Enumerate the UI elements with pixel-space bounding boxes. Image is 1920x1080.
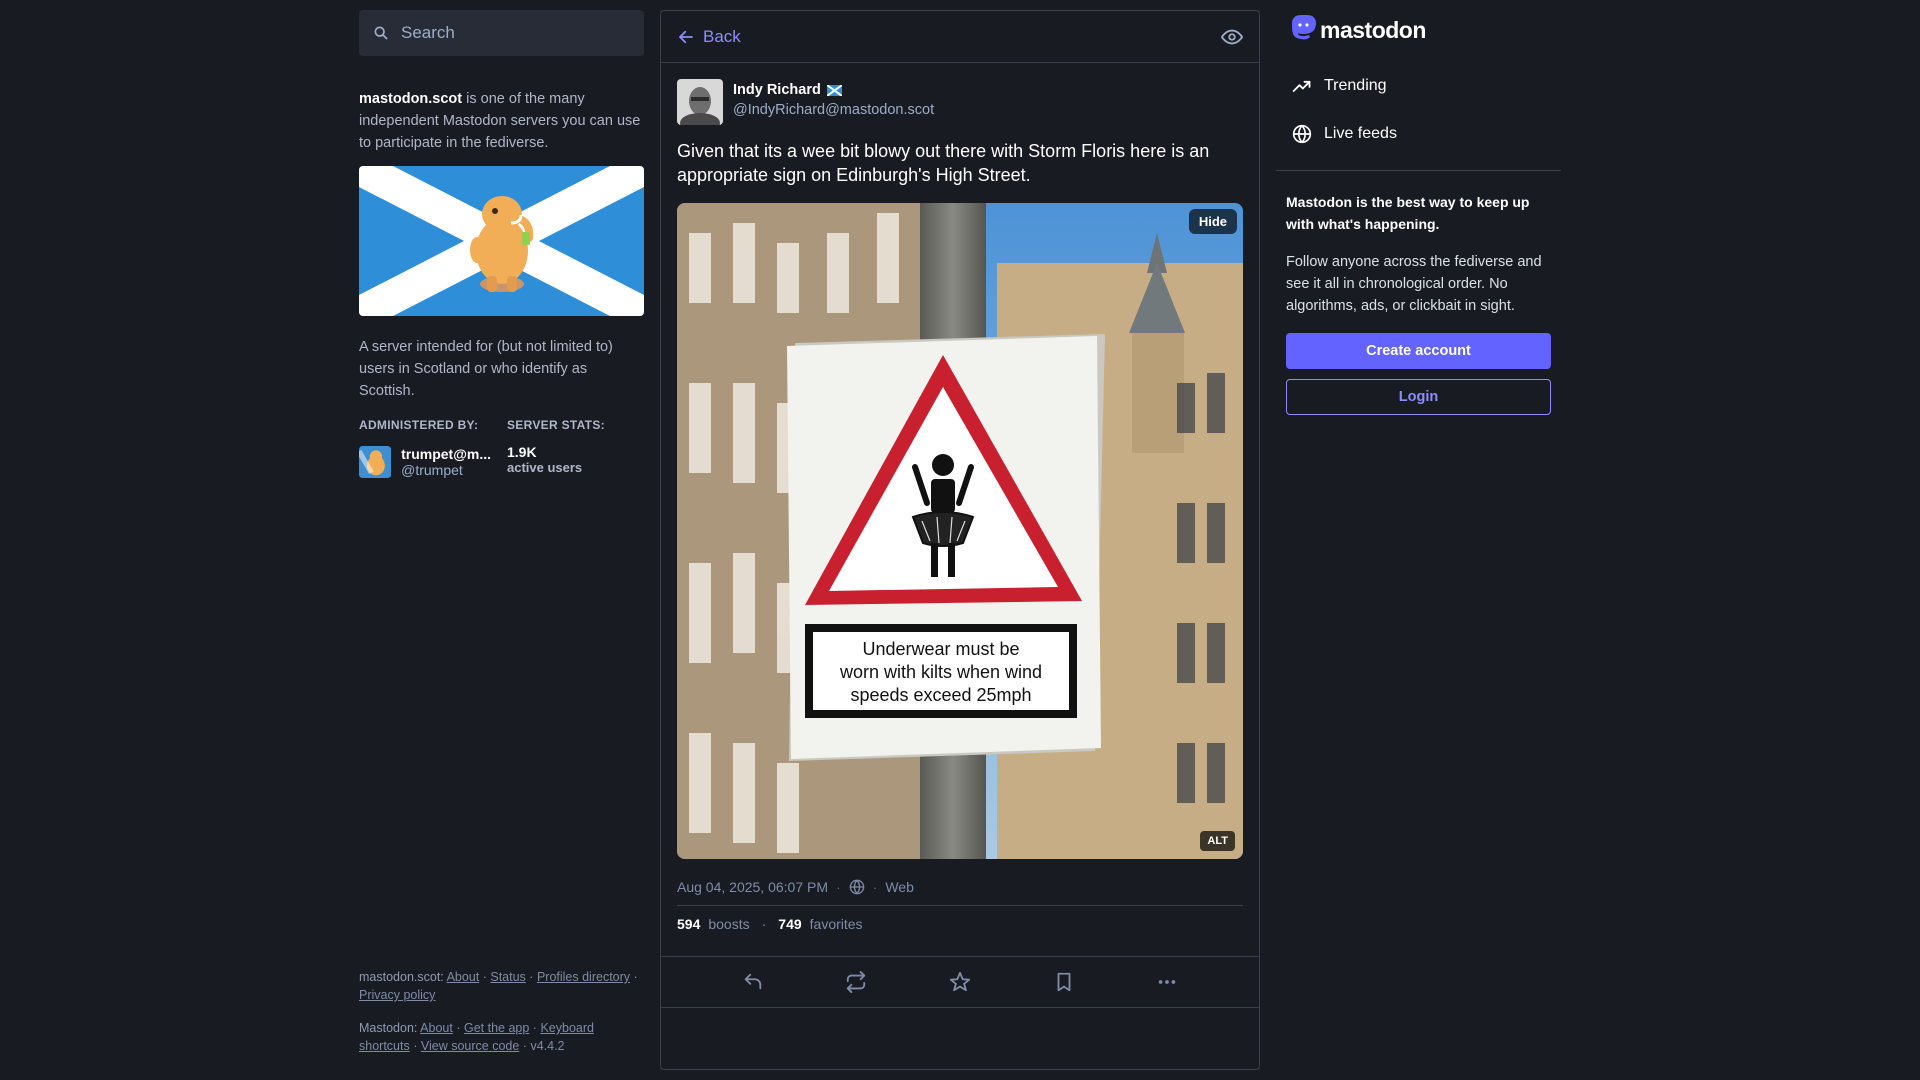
left-sidebar: mastodon.scot is one of the many indepen…	[359, 10, 644, 1070]
footer-link-privacy-policy[interactable]: Privacy policy	[359, 988, 435, 1002]
status-media-image[interactable]: Underwear must be worn with kilts when w…	[677, 203, 1243, 859]
active-users-label: active users	[507, 460, 583, 475]
server-stats-section: SERVER STATS: 1.9K active users	[507, 418, 639, 480]
status-header[interactable]: Indy Richard @IndyRichard@mastodon.scot	[677, 79, 1243, 125]
status-app: Web	[885, 879, 914, 895]
eye-icon[interactable]	[1221, 26, 1243, 48]
active-users-count: 1.9K	[507, 444, 537, 460]
footer-link-status[interactable]: Status	[490, 970, 525, 984]
server-domain: mastodon.scot	[359, 91, 463, 107]
app-frame: mastodon.scot is one of the many indepen…	[0, 0, 1920, 1080]
search-input[interactable]	[399, 22, 630, 44]
server-stats-heading: SERVER STATS:	[507, 418, 605, 432]
admin-section: ADMINISTERED BY: trumpet@m... @trumpet	[359, 418, 491, 480]
globe-icon	[849, 879, 865, 895]
status-meta: Aug 04, 2025, 06:07 PM · · Web	[677, 879, 914, 895]
admin-avatar	[359, 445, 392, 479]
back-label: Back	[703, 26, 741, 46]
footer-links: mastodon.scot: About · Status · Profiles…	[359, 970, 638, 1053]
nav-divider	[1276, 170, 1561, 171]
status-column: Back Indy Richard @IndyRichard@mastodon.…	[660, 10, 1260, 1070]
status-date[interactable]: Aug 04, 2025, 06:07 PM	[677, 879, 828, 895]
back-button[interactable]: Back	[677, 27, 741, 47]
logo-text: mastodon	[1320, 16, 1426, 43]
author-avatar[interactable]	[677, 79, 723, 125]
status-content: Given that its a wee bit blowy out there…	[677, 141, 1210, 185]
back-arrow-icon	[679, 30, 693, 43]
boosts-label[interactable]: boosts	[708, 916, 749, 932]
trending-icon	[1292, 80, 1311, 92]
footer-link-view-source-code[interactable]: View source code	[421, 1039, 519, 1053]
footer-mastodon-label: Mastodon:	[359, 1021, 418, 1035]
server-intro: mastodon.scot is one of the many indepen…	[359, 88, 644, 154]
status-action-bar	[661, 956, 1259, 1008]
signup-text: Follow anyone across the fediverse and s…	[1286, 254, 1542, 314]
boosts-count[interactable]: 594	[677, 916, 700, 932]
sign-line-1: Underwear must be	[862, 639, 1019, 659]
mastodon-logo[interactable]: mastodon	[1290, 10, 1561, 50]
globe-icon	[1292, 124, 1312, 144]
footer-link-mastodon-about[interactable]: About	[420, 1021, 453, 1035]
more-icon[interactable]	[1156, 971, 1178, 993]
signup-heading: Mastodon is the best way to keep up with…	[1286, 194, 1530, 232]
author-display-name: Indy Richard	[733, 82, 934, 98]
status-stats: 594 boosts · 749 favorites	[677, 905, 1243, 932]
administered-by-heading: ADMINISTERED BY:	[359, 418, 479, 432]
star-icon[interactable]	[949, 971, 971, 993]
admin-display-name: trumpet@m...	[401, 446, 491, 462]
search-bar[interactable]	[359, 10, 644, 56]
nav-live-feeds[interactable]: Live feeds	[1276, 110, 1561, 158]
footer-link-about[interactable]: About	[447, 970, 480, 984]
footer-link-get-the-app[interactable]: Get the app	[464, 1021, 529, 1035]
author-name-text: Indy Richard	[733, 82, 821, 98]
column-header: Back	[661, 11, 1259, 63]
server-description: A server intended for (but not limited t…	[359, 339, 613, 399]
sign-line-2: worn with kilts when wind	[839, 662, 1042, 682]
favorites-label[interactable]: favorites	[810, 916, 863, 932]
footer-link-profiles-directory[interactable]: Profiles directory	[537, 970, 630, 984]
sign-line-3: speeds exceed 25mph	[850, 685, 1031, 705]
create-account-button[interactable]: Create account	[1286, 333, 1551, 369]
footer-version: v4.4.2	[530, 1039, 565, 1053]
author-handle: @IndyRichard@mastodon.scot	[733, 102, 935, 118]
admin-handle: @trumpet	[401, 462, 463, 478]
mastodon-logo-icon	[1292, 15, 1316, 40]
boost-icon[interactable]	[845, 971, 867, 993]
footer-server-label: mastodon.scot:	[359, 970, 444, 984]
server-banner-image	[359, 166, 644, 316]
login-button[interactable]: Login	[1286, 379, 1551, 415]
alt-text-badge[interactable]: ALT	[1200, 831, 1235, 851]
admin-account[interactable]: trumpet@m... @trumpet	[359, 444, 491, 480]
saltire-flag-icon	[826, 84, 842, 96]
hide-media-button[interactable]: Hide	[1188, 209, 1237, 234]
status: Indy Richard @IndyRichard@mastodon.scot …	[661, 63, 1259, 932]
nav-trending[interactable]: Trending	[1276, 62, 1561, 110]
nav-live-feeds-label: Live feeds	[1324, 125, 1397, 142]
server-meta: ADMINISTERED BY: trumpet@m... @trumpet S	[359, 418, 644, 480]
right-sidebar: mastodon Trending Live feeds Mastodon is…	[1276, 10, 1561, 415]
nav-trending-label: Trending	[1324, 77, 1387, 94]
favorites-count[interactable]: 749	[778, 916, 801, 932]
reply-icon[interactable]	[742, 971, 764, 993]
bookmark-icon[interactable]	[1053, 971, 1075, 993]
search-icon	[374, 26, 388, 40]
